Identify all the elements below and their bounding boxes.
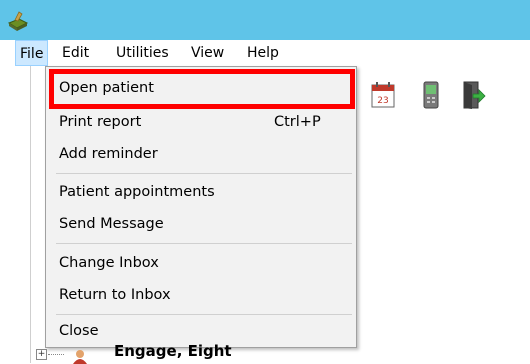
menu-item-label: Send Message [59, 216, 164, 232]
menu-item-label: Add reminder [59, 146, 158, 162]
menu-item-label: Close [59, 323, 99, 339]
menu-item-patient-appointments[interactable]: Patient appointments [46, 177, 356, 207]
menu-separator [56, 314, 352, 315]
calendar-day: 23 [377, 96, 388, 106]
calendar-icon[interactable]: 23 [370, 80, 396, 110]
menu-item-label: Patient appointments [59, 184, 215, 200]
app-icon [7, 11, 29, 31]
menu-help[interactable]: Help [243, 40, 283, 66]
highlight-box [49, 69, 355, 109]
menu-item-print-report[interactable]: Print report Ctrl+P [46, 107, 356, 137]
menu-utilities[interactable]: Utilities [112, 40, 173, 66]
tree-border-line [30, 66, 31, 363]
menu-item-label: Change Inbox [59, 255, 159, 271]
menu-bar: File Edit Utilities View Help [0, 40, 530, 66]
tree-item-label: Engage, Eight [114, 342, 232, 360]
menu-item-send-message[interactable]: Send Message [46, 209, 356, 239]
menu-view[interactable]: View [187, 40, 228, 66]
phone-icon[interactable] [418, 80, 444, 110]
tree-expander[interactable]: + [36, 349, 47, 360]
menu-edit[interactable]: Edit [58, 40, 93, 66]
menu-separator [56, 173, 352, 174]
title-bar [0, 0, 530, 40]
exit-door-icon[interactable] [460, 80, 486, 110]
menu-item-label: Return to Inbox [59, 287, 171, 303]
patient-icon [73, 350, 87, 364]
menu-item-return-to-inbox[interactable]: Return to Inbox [46, 280, 356, 310]
menu-item-shortcut: Ctrl+P [274, 114, 321, 130]
menu-item-label: Print report [59, 114, 142, 130]
menu-separator [56, 243, 352, 244]
tree-connector [48, 354, 64, 355]
menu-item-add-reminder[interactable]: Add reminder [46, 139, 356, 169]
menu-item-change-inbox[interactable]: Change Inbox [46, 248, 356, 278]
menu-file[interactable]: File [15, 40, 49, 66]
tree-row[interactable]: + Engage, Eight [36, 342, 336, 364]
